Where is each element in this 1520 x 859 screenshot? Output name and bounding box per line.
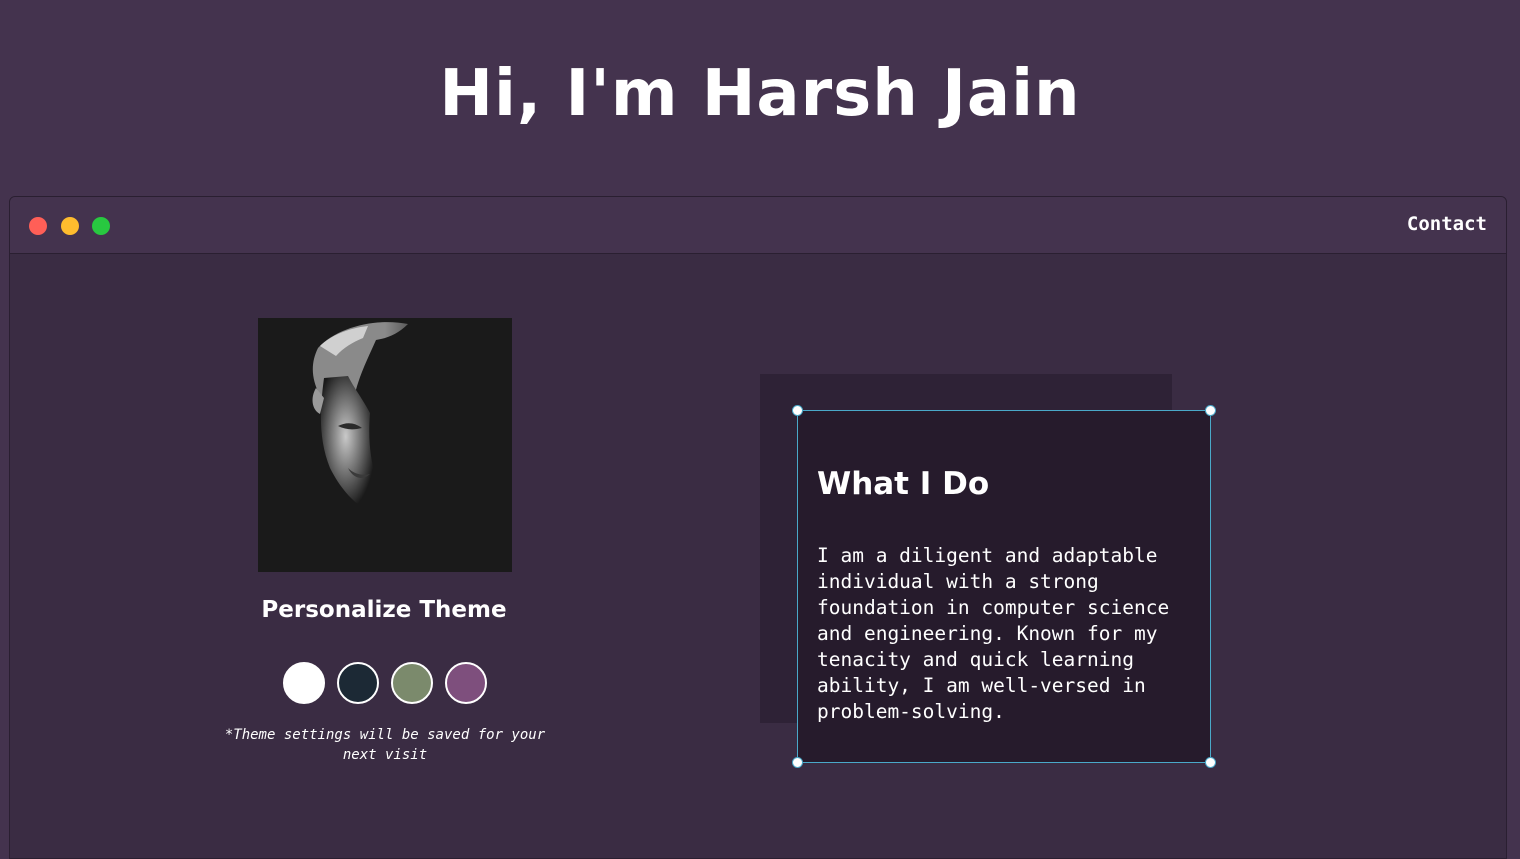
profile-photo — [258, 318, 512, 572]
resize-handle-top-right[interactable] — [1205, 405, 1216, 416]
portrait-photo-icon — [258, 318, 512, 572]
theme-note: *Theme settings will be saved for your n… — [224, 727, 546, 763]
theme-swatch-white[interactable] — [283, 662, 325, 704]
window-titlebar: Contact — [10, 197, 1506, 254]
close-window-button[interactable] — [29, 217, 47, 235]
browser-window: Contact Personalize Theme *Theme setting… — [9, 196, 1507, 859]
minimize-window-button[interactable] — [61, 217, 79, 235]
card-body: I am a diligent and adaptable individual… — [817, 544, 1170, 723]
maximize-window-button[interactable] — [92, 217, 110, 235]
theme-swatch-dark-navy[interactable] — [337, 662, 379, 704]
page-title: Hi, I'm Harsh Jain — [439, 57, 1081, 131]
resize-handle-bottom-left[interactable] — [792, 757, 803, 768]
what-i-do-card[interactable]: What I Do I am a diligent and adaptable … — [792, 405, 1216, 768]
nav-contact-link[interactable]: Contact — [1407, 213, 1487, 235]
card-title: What I Do — [817, 466, 990, 502]
resize-handle-bottom-right[interactable] — [1205, 757, 1216, 768]
theme-heading: Personalize Theme — [261, 597, 507, 623]
resize-handle-top-left[interactable] — [792, 405, 803, 416]
theme-swatch-plum[interactable] — [445, 662, 487, 704]
theme-swatch-sage-green[interactable] — [391, 662, 433, 704]
